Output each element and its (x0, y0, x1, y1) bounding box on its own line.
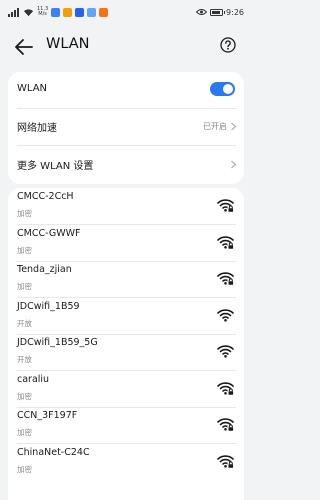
wifi-icon (217, 345, 234, 358)
network-security: 加密 (17, 282, 32, 291)
wifi-locked-icon (217, 199, 234, 212)
network-item[interactable]: ChinaNet-C24C 加密 (8, 444, 244, 480)
signal-icon (8, 7, 19, 17)
network-security: 加密 (17, 209, 32, 218)
status-bar-right: 9:26 (196, 6, 244, 18)
network-security: 开放 (17, 355, 32, 364)
wifi-status-icon (23, 8, 34, 16)
wifi-locked-icon (217, 381, 234, 395)
network-accel-row[interactable]: 网络加速 已开启 (8, 109, 244, 145)
toggle-knob (223, 84, 233, 94)
status-bar-left: 11.3 M/s (8, 6, 109, 18)
network-item[interactable]: CMCC-2CcH 加密 (8, 188, 244, 225)
network-item[interactable]: JDCwifi_1B59_5G 开放 (8, 334, 244, 371)
wlan-label: WLAN (17, 83, 48, 94)
app-notification-icon (51, 7, 61, 17)
network-name: CMCC-GWWF (17, 227, 81, 239)
settings-card: WLAN 网络加速 已开启 更多 WLAN 设置 (8, 72, 244, 184)
network-security: 开放 (17, 318, 32, 328)
wifi-locked-icon (217, 418, 234, 431)
chevron-right-icon (231, 160, 237, 169)
network-name: ChinaNet-C24C (17, 446, 90, 458)
network-name: CMCC-2CcH (17, 191, 74, 202)
network-list: CMCC-2CcH 加密 CMCC-GWWF 加密 Tenda_zjian 加密 JDCwi… (8, 188, 244, 500)
network-item[interactable]: Tenda_zjian 加密 (8, 261, 244, 298)
wifi-locked-icon (217, 454, 234, 468)
more-wlan-settings-row[interactable]: 更多 WLAN 设置 (8, 146, 244, 184)
network-item[interactable]: CMCC-GWWF 加密 (8, 225, 244, 262)
eye-comfort-icon (196, 9, 208, 15)
network-name: CCN_3F197F (17, 410, 78, 421)
network-item[interactable]: CCN_3F197F 加密 (8, 407, 244, 444)
network-name: Tenda_zjian (17, 264, 72, 275)
network-item[interactable]: caraliu 加密 (8, 371, 244, 408)
chevron-right-icon (231, 122, 237, 131)
app-notification-icon (63, 7, 73, 17)
network-security: 加密 (17, 428, 32, 437)
question-circle-icon[interactable] (220, 37, 236, 53)
network-item[interactable]: JDCwifi_1B59 开放 (8, 298, 244, 335)
clock: 9:26 (226, 7, 244, 17)
wifi-locked-icon (217, 235, 234, 249)
status-bar: 11.3 M/s 9:26 (0, 0, 252, 32)
app-header: WLAN (0, 32, 252, 62)
app-notification-icon (99, 7, 109, 17)
network-accel-value: 已开启 (203, 122, 227, 131)
network-security: 加密 (17, 245, 32, 255)
wlan-toggle[interactable] (210, 82, 235, 96)
arrow-left-icon[interactable] (14, 38, 34, 56)
network-security: 加密 (17, 464, 32, 474)
page-title: WLAN (46, 36, 90, 52)
network-speed: 11.3 M/s (37, 7, 48, 17)
battery-icon (210, 8, 226, 16)
more-wlan-settings-label: 更多 WLAN 设置 (17, 161, 94, 172)
wlan-toggle-row[interactable]: WLAN (8, 72, 244, 108)
wifi-locked-icon (217, 272, 234, 285)
network-name: JDCwifi_1B59 (17, 300, 80, 312)
app-notification-icon (87, 7, 97, 17)
network-name: JDCwifi_1B59_5G (17, 337, 98, 348)
app-notification-icon (75, 7, 85, 17)
network-accel-label: 网络加速 (17, 123, 57, 134)
network-security: 加密 (17, 391, 32, 401)
network-name: caraliu (17, 373, 50, 385)
wifi-icon (217, 308, 234, 322)
network-speed-unit: M/s (38, 11, 47, 17)
